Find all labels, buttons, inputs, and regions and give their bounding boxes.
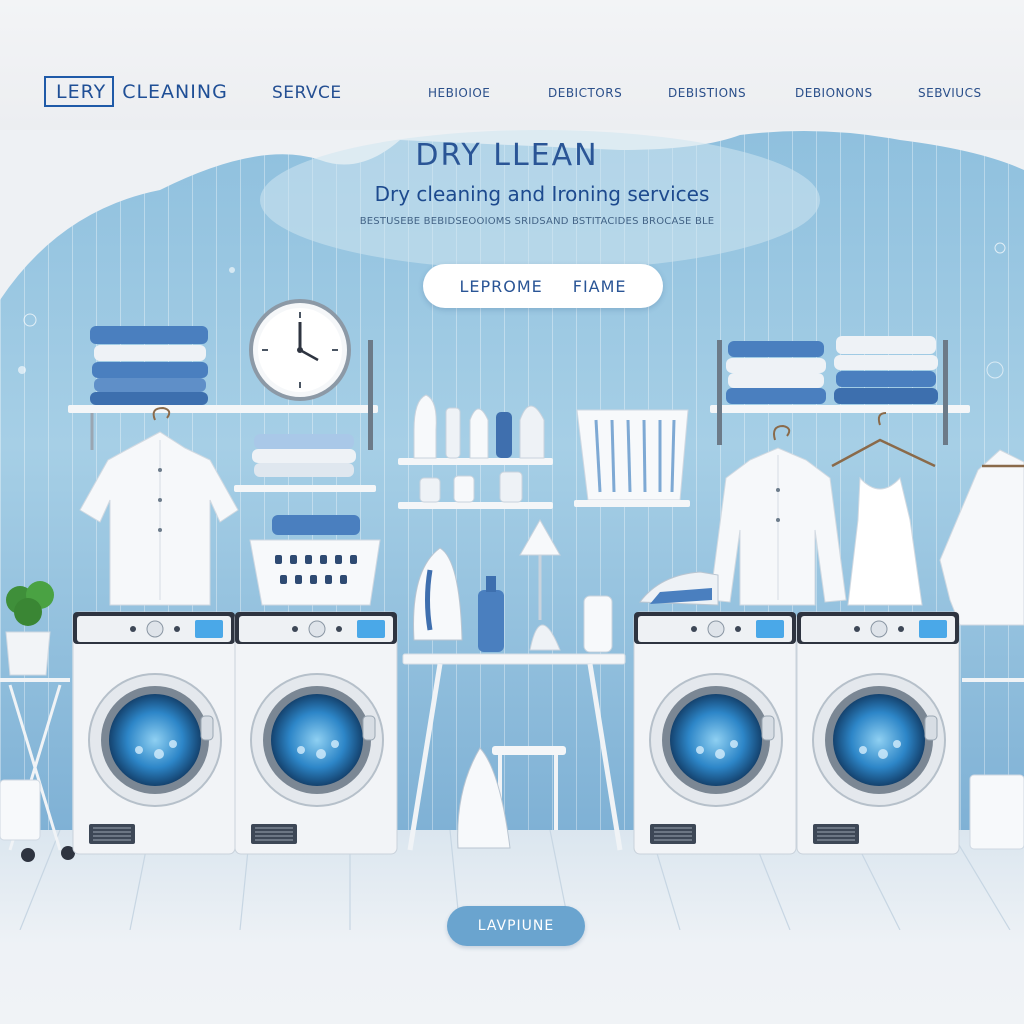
hero-subtitle: Dry cleaning and Ironing services: [374, 182, 710, 206]
site-logo[interactable]: LERY CLEANING: [44, 76, 228, 107]
site-header: LERY CLEANING SERVCE HEBIOIOE DEBICTORS …: [0, 0, 1024, 130]
cta-left-label: LEPROME: [459, 276, 543, 296]
nav-link-3[interactable]: DEBICTORS: [548, 86, 622, 100]
cta-right-label: FIAME: [572, 276, 627, 296]
washing-machine-icon: [234, 611, 398, 855]
nav-link-6[interactable]: SEBVIUCS: [918, 86, 982, 100]
hero-tagline: BESTUSEBE BEBIDSEOOIOMS SRIDSAND BSTITAC…: [359, 216, 715, 227]
footer-cta-button[interactable]: LAVPIUNE: [447, 906, 585, 946]
logo-box: LERY: [44, 76, 115, 107]
hero-cta-button[interactable]: LEPROME FIAME: [423, 264, 663, 308]
washing-machine-icon: [633, 611, 797, 855]
washing-machine-icon: [72, 611, 236, 855]
nav-link-4[interactable]: DEBISTIONS: [668, 86, 746, 100]
nav-link-5[interactable]: DEBIONONS: [795, 86, 873, 100]
hero-title: DRY LLEAN: [0, 138, 1024, 173]
nav-link-2[interactable]: HEBIOIOE: [428, 86, 490, 100]
logo-text: CLEANING: [122, 80, 228, 103]
nav-link-service[interactable]: SERVCE: [272, 83, 342, 103]
washing-machine-icon: [796, 611, 960, 855]
hero-title-text: DRY LLEAN: [415, 138, 599, 173]
